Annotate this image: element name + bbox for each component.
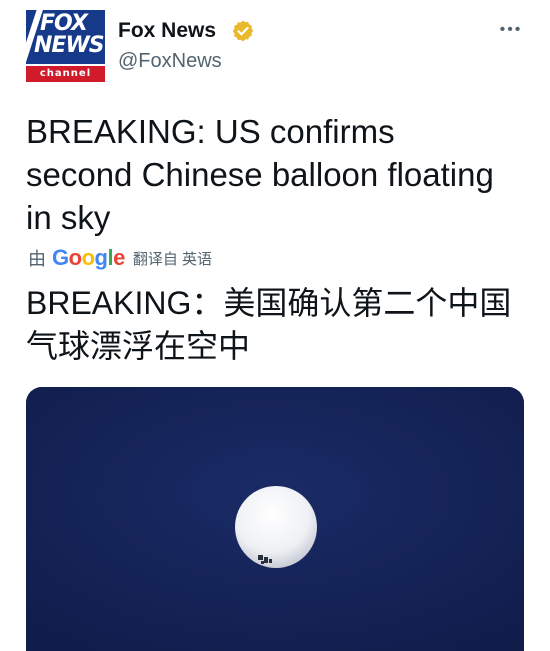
- translation-suffix: 翻译自 英语: [132, 250, 213, 268]
- logo-line1: FOX: [40, 11, 88, 36]
- account-handle[interactable]: @FoxNews: [118, 48, 222, 74]
- tweet-text: BREAKING: US confirms second Chinese bal…: [26, 113, 494, 236]
- tweet-media-image[interactable]: [26, 387, 524, 651]
- logo-sub: channel: [26, 66, 105, 82]
- translated-tweet-text: BREAKING：美国确认第二个中国气球漂浮在空中: [26, 285, 512, 364]
- avatar[interactable]: FOX NEWS channel: [26, 10, 105, 82]
- more-options-icon[interactable]: •••: [496, 20, 526, 40]
- logo-line2: NEWS: [34, 33, 105, 58]
- balloon-shape: [235, 486, 317, 568]
- google-logo: Google: [52, 245, 125, 270]
- verified-badge-icon: [232, 20, 254, 42]
- balloon-photo: [26, 387, 524, 651]
- account-name[interactable]: Fox News: [118, 18, 216, 44]
- translation-attribution[interactable]: 由 Google 翻译自 英语: [28, 244, 212, 272]
- translation-prefix: 由: [28, 249, 46, 269]
- tweet-header: FOX NEWS channel Fox News @FoxNews •••: [26, 10, 526, 90]
- fox-news-logo: FOX NEWS: [26, 10, 105, 64]
